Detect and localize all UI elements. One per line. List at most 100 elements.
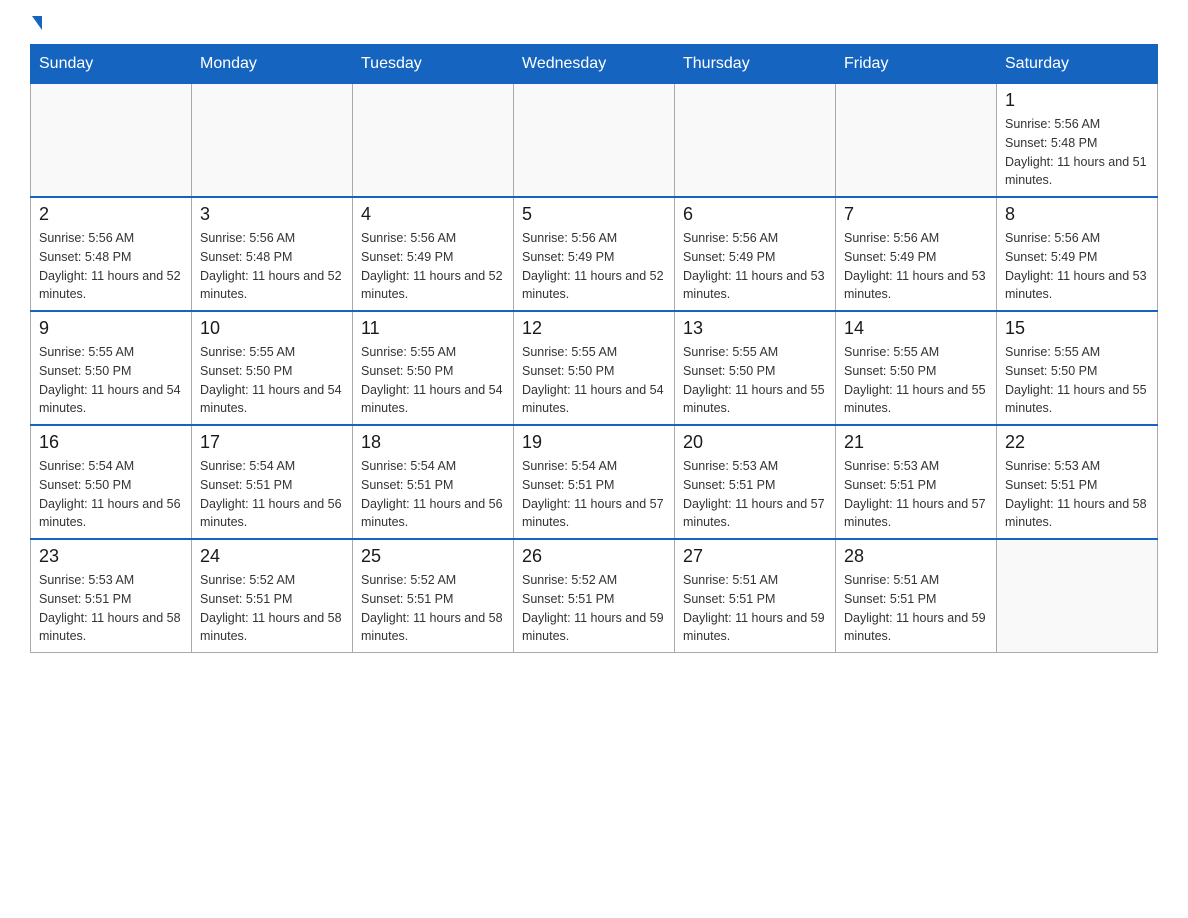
day-info: Sunrise: 5:56 AMSunset: 5:48 PMDaylight:… (39, 229, 183, 304)
day-info: Sunrise: 5:52 AMSunset: 5:51 PMDaylight:… (522, 571, 666, 646)
calendar-cell (514, 84, 675, 198)
day-info: Sunrise: 5:56 AMSunset: 5:49 PMDaylight:… (1005, 229, 1149, 304)
day-number: 25 (361, 546, 505, 567)
day-number: 6 (683, 204, 827, 225)
day-number: 2 (39, 204, 183, 225)
day-info: Sunrise: 5:55 AMSunset: 5:50 PMDaylight:… (1005, 343, 1149, 418)
day-number: 20 (683, 432, 827, 453)
day-number: 24 (200, 546, 344, 567)
calendar-cell: 2 Sunrise: 5:56 AMSunset: 5:48 PMDaylight… (31, 197, 192, 311)
day-number: 1 (1005, 90, 1149, 111)
calendar-cell: 24 Sunrise: 5:52 AMSunset: 5:51 PMDayligh… (192, 539, 353, 653)
day-info: Sunrise: 5:56 AMSunset: 5:49 PMDaylight:… (683, 229, 827, 304)
weekday-header-friday: Friday (836, 45, 997, 84)
day-info: Sunrise: 5:55 AMSunset: 5:50 PMDaylight:… (683, 343, 827, 418)
calendar-cell: 21 Sunrise: 5:53 AMSunset: 5:51 PMDayligh… (836, 425, 997, 539)
day-info: Sunrise: 5:53 AMSunset: 5:51 PMDaylight:… (39, 571, 183, 646)
day-info: Sunrise: 5:56 AMSunset: 5:48 PMDaylight:… (1005, 115, 1149, 190)
calendar-cell: 8 Sunrise: 5:56 AMSunset: 5:49 PMDaylight… (997, 197, 1158, 311)
day-number: 3 (200, 204, 344, 225)
calendar-cell: 13 Sunrise: 5:55 AMSunset: 5:50 PMDayligh… (675, 311, 836, 425)
calendar-cell: 18 Sunrise: 5:54 AMSunset: 5:51 PMDayligh… (353, 425, 514, 539)
calendar-cell: 23 Sunrise: 5:53 AMSunset: 5:51 PMDayligh… (31, 539, 192, 653)
day-info: Sunrise: 5:54 AMSunset: 5:51 PMDaylight:… (361, 457, 505, 532)
day-info: Sunrise: 5:55 AMSunset: 5:50 PMDaylight:… (361, 343, 505, 418)
day-info: Sunrise: 5:55 AMSunset: 5:50 PMDaylight:… (200, 343, 344, 418)
calendar-cell (353, 84, 514, 198)
calendar-cell (192, 84, 353, 198)
day-info: Sunrise: 5:56 AMSunset: 5:49 PMDaylight:… (844, 229, 988, 304)
day-number: 8 (1005, 204, 1149, 225)
day-number: 19 (522, 432, 666, 453)
day-number: 5 (522, 204, 666, 225)
weekday-header-thursday: Thursday (675, 45, 836, 84)
calendar-cell: 9 Sunrise: 5:55 AMSunset: 5:50 PMDaylight… (31, 311, 192, 425)
day-number: 28 (844, 546, 988, 567)
calendar-cell: 11 Sunrise: 5:55 AMSunset: 5:50 PMDayligh… (353, 311, 514, 425)
calendar-cell: 5Sunrise: 5:56 AMSunset: 5:49 PMDaylight… (514, 197, 675, 311)
day-number: 26 (522, 546, 666, 567)
day-number: 13 (683, 318, 827, 339)
calendar-cell: 4 Sunrise: 5:56 AMSunset: 5:49 PMDaylight… (353, 197, 514, 311)
calendar-cell: 22 Sunrise: 5:53 AMSunset: 5:51 PMDayligh… (997, 425, 1158, 539)
day-info: Sunrise: 5:54 AMSunset: 5:50 PMDaylight:… (39, 457, 183, 532)
day-info: Sunrise: 5:52 AMSunset: 5:51 PMDaylight:… (200, 571, 344, 646)
day-info: Sunrise: 5:55 AMSunset: 5:50 PMDaylight:… (844, 343, 988, 418)
day-number: 10 (200, 318, 344, 339)
page-header (30, 20, 1158, 34)
weekday-header-sunday: Sunday (31, 45, 192, 84)
day-info: Sunrise: 5:56 AMSunset: 5:49 PMDaylight:… (361, 229, 505, 304)
day-number: 17 (200, 432, 344, 453)
calendar-cell: 10 Sunrise: 5:55 AMSunset: 5:50 PMDayligh… (192, 311, 353, 425)
calendar-cell: 19 Sunrise: 5:54 AMSunset: 5:51 PMDayligh… (514, 425, 675, 539)
day-info: Sunrise: 5:53 AMSunset: 5:51 PMDaylight:… (683, 457, 827, 532)
day-number: 9 (39, 318, 183, 339)
calendar-cell (836, 84, 997, 198)
calendar-cell: 14 Sunrise: 5:55 AMSunset: 5:50 PMDayligh… (836, 311, 997, 425)
day-number: 23 (39, 546, 183, 567)
calendar-cell: 28 Sunrise: 5:51 AMSunset: 5:51 PMDayligh… (836, 539, 997, 653)
day-info: Sunrise: 5:51 AMSunset: 5:51 PMDaylight:… (844, 571, 988, 646)
logo (30, 20, 42, 34)
calendar-cell: 27 Sunrise: 5:51 AMSunset: 5:51 PMDayligh… (675, 539, 836, 653)
calendar-cell: 16 Sunrise: 5:54 AMSunset: 5:50 PMDayligh… (31, 425, 192, 539)
weekday-header-monday: Monday (192, 45, 353, 84)
day-info: Sunrise: 5:55 AMSunset: 5:50 PMDaylight:… (39, 343, 183, 418)
day-info: Sunrise: 5:52 AMSunset: 5:51 PMDaylight:… (361, 571, 505, 646)
day-info: Sunrise: 5:54 AMSunset: 5:51 PMDaylight:… (200, 457, 344, 532)
day-info: Sunrise: 5:54 AMSunset: 5:51 PMDaylight:… (522, 457, 666, 532)
calendar-cell (31, 84, 192, 198)
day-number: 14 (844, 318, 988, 339)
weekday-header-saturday: Saturday (997, 45, 1158, 84)
calendar-cell: 15 Sunrise: 5:55 AMSunset: 5:50 PMDayligh… (997, 311, 1158, 425)
calendar-cell: 3 Sunrise: 5:56 AMSunset: 5:48 PMDaylight… (192, 197, 353, 311)
calendar-cell: 12 Sunrise: 5:55 AMSunset: 5:50 PMDayligh… (514, 311, 675, 425)
calendar-cell: 1 Sunrise: 5:56 AMSunset: 5:48 PMDaylight… (997, 84, 1158, 198)
day-number: 12 (522, 318, 666, 339)
calendar-cell: 26 Sunrise: 5:52 AMSunset: 5:51 PMDayligh… (514, 539, 675, 653)
day-info: Sunrise: 5:51 AMSunset: 5:51 PMDaylight:… (683, 571, 827, 646)
calendar-cell (675, 84, 836, 198)
day-number: 22 (1005, 432, 1149, 453)
day-number: 4 (361, 204, 505, 225)
calendar-cell: 17 Sunrise: 5:54 AMSunset: 5:51 PMDayligh… (192, 425, 353, 539)
weekday-header-tuesday: Tuesday (353, 45, 514, 84)
day-number: 27 (683, 546, 827, 567)
calendar-cell: 7 Sunrise: 5:56 AMSunset: 5:49 PMDaylight… (836, 197, 997, 311)
calendar-cell: 6 Sunrise: 5:56 AMSunset: 5:49 PMDaylight… (675, 197, 836, 311)
calendar-cell: 25 Sunrise: 5:52 AMSunset: 5:51 PMDayligh… (353, 539, 514, 653)
day-number: 18 (361, 432, 505, 453)
weekday-header-wednesday: Wednesday (514, 45, 675, 84)
day-info: Sunrise: 5:56 AMSunset: 5:48 PMDaylight:… (200, 229, 344, 304)
day-info: Sunrise: 5:53 AMSunset: 5:51 PMDaylight:… (844, 457, 988, 532)
day-info: Sunrise: 5:55 AMSunset: 5:50 PMDaylight:… (522, 343, 666, 418)
day-number: 16 (39, 432, 183, 453)
day-number: 15 (1005, 318, 1149, 339)
day-number: 11 (361, 318, 505, 339)
day-number: 7 (844, 204, 988, 225)
calendar-table: SundayMondayTuesdayWednesdayThursdayFrid… (30, 44, 1158, 653)
day-info: Sunrise: 5:53 AMSunset: 5:51 PMDaylight:… (1005, 457, 1149, 532)
day-number: 21 (844, 432, 988, 453)
logo-triangle-icon (32, 16, 42, 30)
calendar-cell (997, 539, 1158, 653)
